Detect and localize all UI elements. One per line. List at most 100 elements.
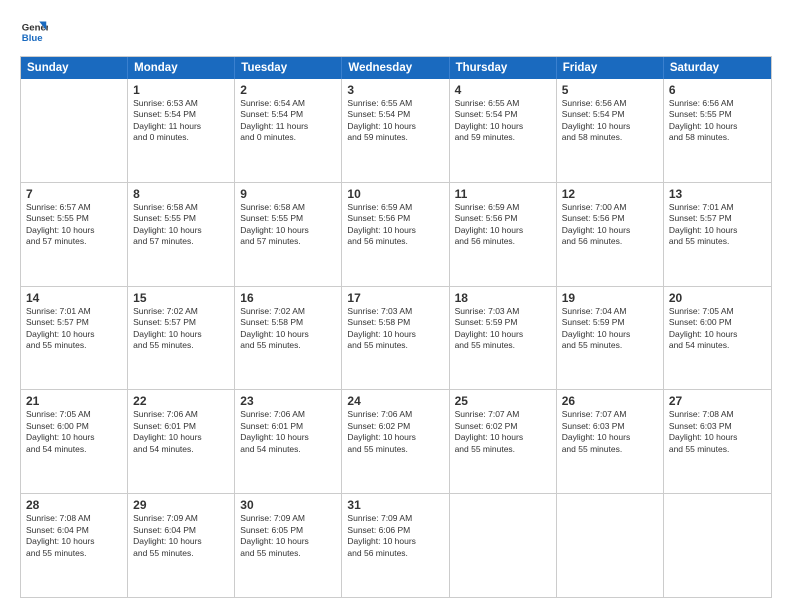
day-info: Sunrise: 7:00 AM Sunset: 5:56 PM Dayligh… <box>562 202 658 248</box>
calendar-cell: 23Sunrise: 7:06 AM Sunset: 6:01 PM Dayli… <box>235 390 342 493</box>
calendar-cell: 22Sunrise: 7:06 AM Sunset: 6:01 PM Dayli… <box>128 390 235 493</box>
calendar-cell: 3Sunrise: 6:55 AM Sunset: 5:54 PM Daylig… <box>342 79 449 182</box>
day-number: 21 <box>26 394 122 408</box>
calendar: SundayMondayTuesdayWednesdayThursdayFrid… <box>20 56 772 598</box>
header-day-tuesday: Tuesday <box>235 57 342 79</box>
day-number: 2 <box>240 83 336 97</box>
day-number: 19 <box>562 291 658 305</box>
day-number: 5 <box>562 83 658 97</box>
day-info: Sunrise: 7:06 AM Sunset: 6:01 PM Dayligh… <box>133 409 229 455</box>
header-day-thursday: Thursday <box>450 57 557 79</box>
calendar-cell: 4Sunrise: 6:55 AM Sunset: 5:54 PM Daylig… <box>450 79 557 182</box>
day-info: Sunrise: 6:58 AM Sunset: 5:55 PM Dayligh… <box>133 202 229 248</box>
calendar-week-2: 7Sunrise: 6:57 AM Sunset: 5:55 PM Daylig… <box>21 183 771 287</box>
header-day-monday: Monday <box>128 57 235 79</box>
day-info: Sunrise: 6:53 AM Sunset: 5:54 PM Dayligh… <box>133 98 229 144</box>
day-number: 12 <box>562 187 658 201</box>
header-day-sunday: Sunday <box>21 57 128 79</box>
calendar-cell <box>450 494 557 597</box>
calendar-cell: 28Sunrise: 7:08 AM Sunset: 6:04 PM Dayli… <box>21 494 128 597</box>
day-info: Sunrise: 7:04 AM Sunset: 5:59 PM Dayligh… <box>562 306 658 352</box>
day-info: Sunrise: 7:03 AM Sunset: 5:58 PM Dayligh… <box>347 306 443 352</box>
day-number: 22 <box>133 394 229 408</box>
day-number: 25 <box>455 394 551 408</box>
calendar-cell: 16Sunrise: 7:02 AM Sunset: 5:58 PM Dayli… <box>235 287 342 390</box>
calendar-cell: 30Sunrise: 7:09 AM Sunset: 6:05 PM Dayli… <box>235 494 342 597</box>
day-info: Sunrise: 6:54 AM Sunset: 5:54 PM Dayligh… <box>240 98 336 144</box>
calendar-cell: 24Sunrise: 7:06 AM Sunset: 6:02 PM Dayli… <box>342 390 449 493</box>
day-number: 4 <box>455 83 551 97</box>
calendar-cell: 1Sunrise: 6:53 AM Sunset: 5:54 PM Daylig… <box>128 79 235 182</box>
day-number: 13 <box>669 187 766 201</box>
day-info: Sunrise: 7:09 AM Sunset: 6:05 PM Dayligh… <box>240 513 336 559</box>
calendar-cell: 9Sunrise: 6:58 AM Sunset: 5:55 PM Daylig… <box>235 183 342 286</box>
calendar-cell: 12Sunrise: 7:00 AM Sunset: 5:56 PM Dayli… <box>557 183 664 286</box>
calendar-cell: 14Sunrise: 7:01 AM Sunset: 5:57 PM Dayli… <box>21 287 128 390</box>
calendar-header: SundayMondayTuesdayWednesdayThursdayFrid… <box>21 57 771 79</box>
calendar-week-5: 28Sunrise: 7:08 AM Sunset: 6:04 PM Dayli… <box>21 494 771 597</box>
day-info: Sunrise: 6:57 AM Sunset: 5:55 PM Dayligh… <box>26 202 122 248</box>
calendar-cell: 13Sunrise: 7:01 AM Sunset: 5:57 PM Dayli… <box>664 183 771 286</box>
day-info: Sunrise: 7:08 AM Sunset: 6:03 PM Dayligh… <box>669 409 766 455</box>
calendar-cell: 2Sunrise: 6:54 AM Sunset: 5:54 PM Daylig… <box>235 79 342 182</box>
calendar-cell: 29Sunrise: 7:09 AM Sunset: 6:04 PM Dayli… <box>128 494 235 597</box>
calendar-cell: 21Sunrise: 7:05 AM Sunset: 6:00 PM Dayli… <box>21 390 128 493</box>
header: General Blue <box>20 18 772 46</box>
header-day-friday: Friday <box>557 57 664 79</box>
calendar-cell <box>664 494 771 597</box>
calendar-cell: 27Sunrise: 7:08 AM Sunset: 6:03 PM Dayli… <box>664 390 771 493</box>
calendar-cell <box>557 494 664 597</box>
day-number: 8 <box>133 187 229 201</box>
day-info: Sunrise: 7:02 AM Sunset: 5:57 PM Dayligh… <box>133 306 229 352</box>
calendar-cell: 26Sunrise: 7:07 AM Sunset: 6:03 PM Dayli… <box>557 390 664 493</box>
day-number: 20 <box>669 291 766 305</box>
day-info: Sunrise: 6:59 AM Sunset: 5:56 PM Dayligh… <box>347 202 443 248</box>
day-number: 17 <box>347 291 443 305</box>
day-number: 27 <box>669 394 766 408</box>
calendar-cell: 17Sunrise: 7:03 AM Sunset: 5:58 PM Dayli… <box>342 287 449 390</box>
logo: General Blue <box>20 18 48 46</box>
day-number: 30 <box>240 498 336 512</box>
day-number: 9 <box>240 187 336 201</box>
calendar-week-1: 1Sunrise: 6:53 AM Sunset: 5:54 PM Daylig… <box>21 79 771 183</box>
calendar-cell: 20Sunrise: 7:05 AM Sunset: 6:00 PM Dayli… <box>664 287 771 390</box>
header-day-saturday: Saturday <box>664 57 771 79</box>
day-info: Sunrise: 7:05 AM Sunset: 6:00 PM Dayligh… <box>669 306 766 352</box>
day-number: 16 <box>240 291 336 305</box>
day-number: 3 <box>347 83 443 97</box>
day-info: Sunrise: 6:55 AM Sunset: 5:54 PM Dayligh… <box>347 98 443 144</box>
day-number: 29 <box>133 498 229 512</box>
day-number: 24 <box>347 394 443 408</box>
day-info: Sunrise: 7:05 AM Sunset: 6:00 PM Dayligh… <box>26 409 122 455</box>
day-number: 28 <box>26 498 122 512</box>
day-info: Sunrise: 7:06 AM Sunset: 6:02 PM Dayligh… <box>347 409 443 455</box>
day-info: Sunrise: 7:07 AM Sunset: 6:02 PM Dayligh… <box>455 409 551 455</box>
page: General Blue SundayMondayTuesdayWednesda… <box>0 0 792 612</box>
day-number: 31 <box>347 498 443 512</box>
day-number: 10 <box>347 187 443 201</box>
day-info: Sunrise: 7:01 AM Sunset: 5:57 PM Dayligh… <box>669 202 766 248</box>
day-number: 11 <box>455 187 551 201</box>
day-info: Sunrise: 7:01 AM Sunset: 5:57 PM Dayligh… <box>26 306 122 352</box>
day-info: Sunrise: 7:09 AM Sunset: 6:04 PM Dayligh… <box>133 513 229 559</box>
calendar-cell: 31Sunrise: 7:09 AM Sunset: 6:06 PM Dayli… <box>342 494 449 597</box>
calendar-cell: 25Sunrise: 7:07 AM Sunset: 6:02 PM Dayli… <box>450 390 557 493</box>
day-info: Sunrise: 7:02 AM Sunset: 5:58 PM Dayligh… <box>240 306 336 352</box>
day-info: Sunrise: 6:55 AM Sunset: 5:54 PM Dayligh… <box>455 98 551 144</box>
day-number: 26 <box>562 394 658 408</box>
day-info: Sunrise: 7:09 AM Sunset: 6:06 PM Dayligh… <box>347 513 443 559</box>
day-number: 7 <box>26 187 122 201</box>
day-info: Sunrise: 7:07 AM Sunset: 6:03 PM Dayligh… <box>562 409 658 455</box>
day-info: Sunrise: 6:56 AM Sunset: 5:55 PM Dayligh… <box>669 98 766 144</box>
calendar-cell: 11Sunrise: 6:59 AM Sunset: 5:56 PM Dayli… <box>450 183 557 286</box>
day-number: 1 <box>133 83 229 97</box>
day-number: 15 <box>133 291 229 305</box>
calendar-cell: 5Sunrise: 6:56 AM Sunset: 5:54 PM Daylig… <box>557 79 664 182</box>
calendar-week-3: 14Sunrise: 7:01 AM Sunset: 5:57 PM Dayli… <box>21 287 771 391</box>
calendar-week-4: 21Sunrise: 7:05 AM Sunset: 6:00 PM Dayli… <box>21 390 771 494</box>
day-info: Sunrise: 6:58 AM Sunset: 5:55 PM Dayligh… <box>240 202 336 248</box>
day-number: 14 <box>26 291 122 305</box>
svg-text:Blue: Blue <box>22 33 43 44</box>
calendar-cell: 19Sunrise: 7:04 AM Sunset: 5:59 PM Dayli… <box>557 287 664 390</box>
day-info: Sunrise: 7:08 AM Sunset: 6:04 PM Dayligh… <box>26 513 122 559</box>
